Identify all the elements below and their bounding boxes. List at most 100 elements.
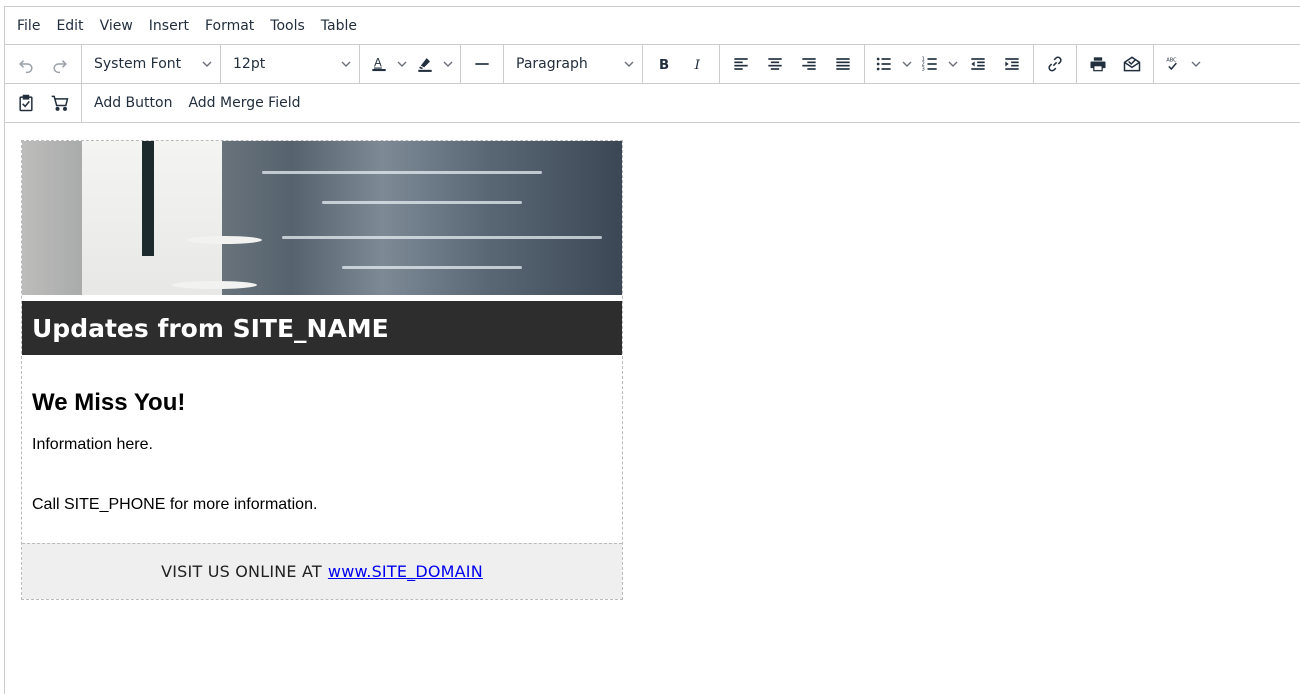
link-group — [1034, 45, 1077, 83]
open-envelope-icon — [1123, 56, 1141, 72]
undo-icon — [19, 60, 33, 74]
italic-icon: I — [694, 58, 701, 73]
menu-table[interactable]: Table — [313, 12, 365, 40]
chevron-down-icon — [624, 59, 634, 69]
editor-content[interactable]: Updates from SITE_NAME We Miss You! Info… — [21, 140, 623, 600]
numbered-list-icon: 123 — [922, 57, 937, 73]
clipboard-check-button[interactable] — [9, 88, 43, 118]
rich-text-editor: File Edit View Insert Format Tools Table… — [4, 6, 1300, 694]
redo-button[interactable] — [43, 49, 77, 79]
spellcheck-group: ABC — [1154, 45, 1208, 83]
undo-button[interactable] — [9, 49, 43, 79]
email-heading: We Miss You! — [32, 389, 186, 416]
svg-text:ABC: ABC — [1166, 58, 1177, 64]
font-size-value: 12pt — [233, 56, 266, 72]
font-family-value: System Font — [94, 56, 182, 72]
cart-button[interactable] — [43, 88, 77, 118]
font-size-select[interactable]: 12pt — [225, 49, 355, 79]
spellcheck-button[interactable]: ABC — [1158, 49, 1204, 79]
align-right-button[interactable] — [792, 49, 826, 79]
bold-icon: B — [659, 58, 669, 73]
horizontal-line-icon — [475, 63, 489, 65]
menu-insert[interactable]: Insert — [141, 12, 197, 40]
hero-waiter-tie — [142, 141, 154, 256]
text-style-group: B I — [643, 45, 720, 83]
alignment-group — [720, 45, 865, 83]
chevron-down-icon[interactable] — [945, 49, 961, 79]
email-banner: Updates from SITE_NAME — [22, 301, 622, 355]
text-color-icon: A — [372, 57, 386, 72]
svg-text:A: A — [374, 57, 382, 70]
hero-image-waiter — [22, 141, 622, 301]
menu-file[interactable]: File — [9, 12, 48, 40]
hero-shadow — [22, 141, 82, 295]
text-color-button[interactable]: A — [364, 49, 410, 79]
indent-icon — [1005, 58, 1019, 70]
chevron-down-icon — [341, 59, 351, 69]
align-right-icon — [802, 58, 816, 70]
color-group: A — [360, 45, 461, 83]
banner-title: Updates from SITE_NAME — [32, 313, 389, 343]
footer-prefix: VISIT US ONLINE AT — [161, 562, 322, 581]
highlight-marker-icon — [418, 58, 432, 72]
email-footer: VISIT US ONLINE AT www.SITE_DOMAIN — [22, 543, 622, 599]
indent-button[interactable] — [995, 49, 1029, 79]
chevron-down-icon[interactable] — [440, 49, 456, 79]
menu-format[interactable]: Format — [197, 12, 262, 40]
menu-tools[interactable]: Tools — [262, 12, 313, 40]
bold-button[interactable]: B — [647, 49, 681, 79]
email-call-text: Call SITE_PHONE for more information. — [32, 496, 318, 513]
footer-site-link[interactable]: www.SITE_DOMAIN — [328, 562, 483, 581]
block-format-select[interactable]: Paragraph — [508, 49, 638, 79]
numbered-list-button[interactable]: 123 — [915, 49, 961, 79]
horizontal-line-button[interactable] — [465, 49, 499, 79]
redo-icon — [53, 60, 67, 74]
menubar: File Edit View Insert Format Tools Table — [5, 7, 1300, 45]
chevron-down-icon[interactable] — [1188, 49, 1204, 79]
hero-plate-1 — [187, 236, 262, 244]
outdent-icon — [971, 58, 985, 70]
highlight-color-button[interactable] — [410, 49, 456, 79]
print-icon — [1090, 57, 1106, 72]
font-size-group: 12pt — [221, 45, 360, 83]
chevron-down-icon[interactable] — [899, 49, 915, 79]
svg-text:I: I — [694, 58, 701, 73]
align-justify-button[interactable] — [826, 49, 860, 79]
menu-edit[interactable]: Edit — [48, 12, 91, 40]
commerce-group — [5, 84, 82, 122]
print-button[interactable] — [1081, 49, 1115, 79]
italic-button[interactable]: I — [681, 49, 715, 79]
email-preview-button[interactable] — [1115, 49, 1149, 79]
email-info-text: Information here. — [32, 436, 153, 453]
hero-plate-2 — [172, 281, 257, 289]
svg-text:B: B — [659, 58, 669, 73]
link-icon — [1048, 56, 1062, 72]
clipboard-check-icon — [19, 94, 33, 112]
hero-motion-streak — [322, 201, 522, 204]
font-family-group: System Font — [82, 45, 221, 83]
email-body: We Miss You! Information here. Call SITE… — [22, 355, 622, 543]
outdent-button[interactable] — [961, 49, 995, 79]
hr-group — [461, 45, 504, 83]
align-left-button[interactable] — [724, 49, 758, 79]
chevron-down-icon[interactable] — [394, 49, 410, 79]
link-button[interactable] — [1038, 49, 1072, 79]
align-left-icon — [734, 58, 748, 70]
menu-view[interactable]: View — [92, 12, 141, 40]
font-family-select[interactable]: System Font — [86, 49, 216, 79]
main-toolbar: System Font 12pt A Paragraph B I 1 2 3 A… — [5, 45, 1300, 84]
align-center-icon — [768, 58, 782, 70]
chevron-down-icon — [202, 59, 212, 69]
secondary-toolbar: Add Button Add Merge Field — [5, 84, 1300, 123]
add-button-button[interactable]: Add Button — [86, 88, 180, 118]
bullet-list-icon — [876, 57, 891, 71]
print-group — [1077, 45, 1154, 83]
block-format-group: Paragraph — [504, 45, 643, 83]
bullet-list-button[interactable] — [869, 49, 915, 79]
list-group: 123 — [865, 45, 1034, 83]
add-merge-field-button[interactable]: Add Merge Field — [180, 88, 308, 118]
align-center-button[interactable] — [758, 49, 792, 79]
email-template: Updates from SITE_NAME We Miss You! Info… — [21, 140, 623, 600]
hero-motion-streak — [342, 266, 522, 269]
svg-text:3: 3 — [922, 67, 925, 73]
